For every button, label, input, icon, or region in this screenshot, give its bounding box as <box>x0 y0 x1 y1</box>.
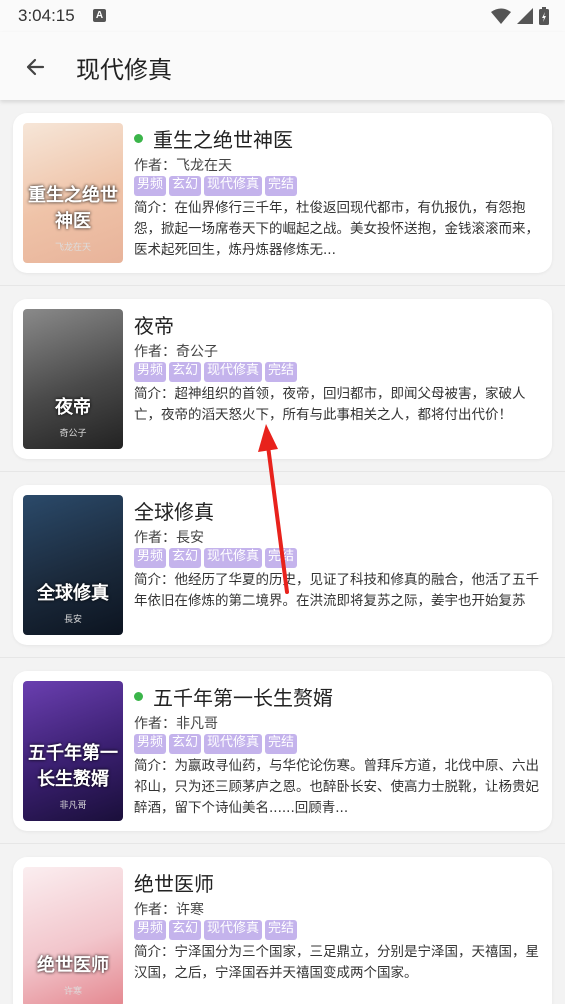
book-description: 简介：他经历了华夏的历史，见证了科技和修真的融合，他活了五千年依旧在修炼的第二境… <box>134 572 539 609</box>
tag-list: 男频 玄幻 现代修真 完结 <box>134 548 540 568</box>
book-title[interactable]: 绝世医师 <box>134 868 214 897</box>
book-info: 全球修真 作者：長安 男频 玄幻 现代修真 完结 简介：他经历了华夏的历史，见证了科技… <box>134 495 540 633</box>
genre-tag[interactable]: 现代修真 <box>204 362 263 382</box>
author-name: 非凡哥 <box>176 716 218 732</box>
wifi-icon <box>491 8 511 24</box>
genre-tag[interactable]: 现代修真 <box>204 734 263 754</box>
cover-title: 绝世医师 <box>37 955 109 976</box>
notification-a-icon: A <box>93 9 106 22</box>
book-description: 简介：宁泽国分为三个国家，三足鼎立，分别是宁泽国，天禧国，星汉国，之后，宁泽国吞… <box>134 944 539 981</box>
book-row: 五千年第一长生赘婿 非凡哥 五千年第一长生赘婿 作者：非凡哥 男频 玄幻 现代修真完… <box>0 658 565 844</box>
cover-author: 飞龙在天 <box>54 243 91 253</box>
book-info: 绝世医师 作者：许寒 男频 玄幻 现代修真 完结 简介：宁泽国分为三个国家，三足鼎立，… <box>134 867 540 1004</box>
author-line: 作者：奇公子 <box>134 341 540 361</box>
back-button[interactable] <box>18 50 52 84</box>
cover-title: 五千年第一长生赘婿 <box>28 743 118 790</box>
genre-tag[interactable]: 完结 <box>265 362 298 382</box>
genre-tag[interactable]: 男频 <box>134 362 167 382</box>
book-info: 重生之绝世神医 作者：飞龙在天 男频 玄幻 现代修真 完结 简介：在仙界修行三千年，杜… <box>134 123 540 261</box>
tag-list: 男频 玄幻 现代修真 完结 <box>134 176 540 196</box>
status-bar: 3:04:15 A <box>0 0 565 32</box>
book-row: 重生之绝世神医 飞龙在天 重生之绝世神医 作者：飞龙在天 男频 玄幻 现代修真 完结 … <box>0 100 565 286</box>
title-line: 全球修真 <box>134 495 540 525</box>
book-title[interactable]: 夜帝 <box>134 310 174 339</box>
status-time: 3:04:15 <box>18 6 75 25</box>
book-card[interactable]: 重生之绝世神医 飞龙在天 重生之绝世神医 作者：飞龙在天 男频 玄幻 现代修真 完结 … <box>13 113 552 273</box>
genre-tag[interactable]: 玄幻 <box>169 920 202 940</box>
book-list: 重生之绝世神医 飞龙在天 重生之绝世神医 作者：飞龙在天 男频 玄幻 现代修真 完结 … <box>0 100 565 1004</box>
genre-tag[interactable]: 男频 <box>134 548 167 568</box>
author-line: 作者：许寒 <box>134 899 540 919</box>
book-card[interactable]: 五千年第一长生赘婿 非凡哥 五千年第一长生赘婿 作者：非凡哥 男频 玄幻 现代修真完… <box>13 671 552 831</box>
author-prefix: 作者： <box>134 344 176 360</box>
title-line: 夜帝 <box>134 309 540 339</box>
genre-tag[interactable]: 完结 <box>265 920 298 940</box>
book-info: 五千年第一长生赘婿 作者：非凡哥 男频 玄幻 现代修真 完结 简介：为嬴政寻仙药，与华… <box>134 681 540 819</box>
author-prefix: 作者： <box>134 716 176 732</box>
book-title[interactable]: 五千年第一长生赘婿 <box>153 682 333 711</box>
tag-list: 男频 玄幻 现代修真 完结 <box>134 362 540 382</box>
book-cover[interactable]: 绝世医师 许寒 <box>23 867 123 1004</box>
status-dot-icon <box>134 691 143 701</box>
page-title: 现代修真 <box>76 56 172 84</box>
book-cover[interactable]: 夜帝 奇公子 <box>23 309 123 449</box>
book-row: 全球修真 長安 全球修真 作者：長安 男频 玄幻 现代修真 完结 简介：他经历了华夏的… <box>0 472 565 658</box>
genre-tag[interactable]: 男频 <box>134 734 167 754</box>
book-title[interactable]: 重生之绝世神医 <box>153 124 293 153</box>
battery-icon <box>539 7 549 25</box>
genre-tag[interactable]: 玄幻 <box>169 362 202 382</box>
author-name: 奇公子 <box>176 344 218 360</box>
book-card[interactable]: 夜帝 奇公子 夜帝 作者：奇公子 男频 玄幻 现代修真 完结 简介：超神组织的首领，夜… <box>13 299 552 459</box>
genre-tag[interactable]: 现代修真 <box>204 548 263 568</box>
author-name: 長安 <box>176 530 204 546</box>
genre-tag[interactable]: 现代修真 <box>204 176 263 196</box>
genre-tag[interactable]: 现代修真 <box>204 920 263 940</box>
book-row: 夜帝 奇公子 夜帝 作者：奇公子 男频 玄幻 现代修真 完结 简介：超神组织的首领，夜… <box>0 286 565 472</box>
book-cover[interactable]: 重生之绝世神医 飞龙在天 <box>23 123 123 263</box>
author-prefix: 作者： <box>134 158 176 174</box>
title-line: 重生之绝世神医 <box>134 123 540 153</box>
book-card[interactable]: 全球修真 長安 全球修真 作者：長安 男频 玄幻 现代修真 完结 简介：他经历了华夏的… <box>13 485 552 645</box>
author-name: 许寒 <box>176 902 204 918</box>
author-prefix: 作者： <box>134 530 176 546</box>
author-line: 作者：長安 <box>134 527 540 547</box>
book-cover[interactable]: 全球修真 長安 <box>23 495 123 635</box>
book-row: 绝世医师 许寒 绝世医师 作者：许寒 男频 玄幻 现代修真 完结 简介：宁泽国分为三个… <box>0 844 565 1004</box>
cover-author: 奇公子 <box>59 429 87 439</box>
genre-tag[interactable]: 玄幻 <box>169 734 202 754</box>
book-title[interactable]: 全球修真 <box>134 496 214 525</box>
status-icons <box>491 7 549 25</box>
title-line: 绝世医师 <box>134 867 540 897</box>
book-card[interactable]: 绝世医师 许寒 绝世医师 作者：许寒 男频 玄幻 现代修真 完结 简介：宁泽国分为三个… <box>13 857 552 1004</box>
book-description: 简介：超神组织的首领，夜帝，回归都市，即闻父母被害，家破人亡，夜帝的滔天怒火下，… <box>134 386 526 423</box>
cover-title: 全球修真 <box>37 583 109 604</box>
genre-tag[interactable]: 完结 <box>265 734 298 754</box>
book-description: 简介：为嬴政寻仙药，与华佗论伤寒。曾拜斥方道，北伐中原、六出祁山，只为还三顾茅庐… <box>134 758 539 816</box>
tag-list: 男频 玄幻 现代修真 完结 <box>134 920 540 940</box>
author-prefix: 作者： <box>134 902 176 918</box>
book-info: 夜帝 作者：奇公子 男频 玄幻 现代修真 完结 简介：超神组织的首领，夜帝，回归都市，… <box>134 309 540 447</box>
cover-author: 许寒 <box>63 987 82 997</box>
cover-title: 重生之绝世神医 <box>28 185 118 232</box>
genre-tag[interactable]: 男频 <box>134 176 167 196</box>
cover-author: 長安 <box>63 615 82 625</box>
genre-tag[interactable]: 玄幻 <box>169 548 202 568</box>
genre-tag[interactable]: 男频 <box>134 920 167 940</box>
tag-list: 男频 玄幻 现代修真 完结 <box>134 734 540 754</box>
genre-tag[interactable]: 玄幻 <box>169 176 202 196</box>
title-line: 五千年第一长生赘婿 <box>134 681 540 711</box>
cover-author: 非凡哥 <box>59 801 87 811</box>
cover-title: 夜帝 <box>55 397 91 418</box>
author-line: 作者：飞龙在天 <box>134 155 540 175</box>
status-dot-icon <box>134 133 143 143</box>
author-name: 飞龙在天 <box>176 158 232 174</box>
signal-icon <box>517 8 533 24</box>
author-line: 作者：非凡哥 <box>134 713 540 733</box>
book-description: 简介：在仙界修行三千年，杜俊返回现代都市，有仇报仇，有怨抱怨，掀起一场席卷天下的… <box>134 200 539 258</box>
genre-tag[interactable]: 完结 <box>265 548 298 568</box>
genre-tag[interactable]: 完结 <box>265 176 298 196</box>
book-cover[interactable]: 五千年第一长生赘婿 非凡哥 <box>23 681 123 821</box>
app-bar: 现代修真 <box>0 32 565 100</box>
arrow-left-icon <box>26 58 45 76</box>
